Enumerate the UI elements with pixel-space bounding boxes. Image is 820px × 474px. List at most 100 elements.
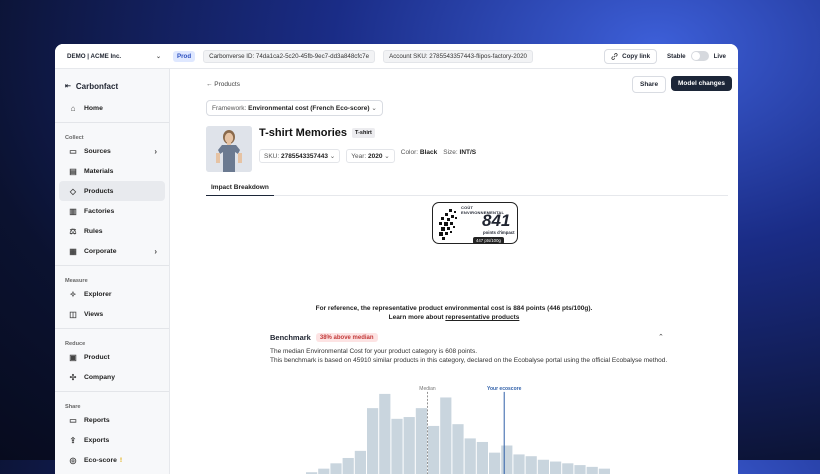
org-switcher[interactable]: DEMO | ACME Inc. ⌄ xyxy=(55,53,167,60)
logo-text: Carbonfact xyxy=(75,81,119,91)
sidebar: ⇤ Carbonfact ⌂ Home Collect ▭ Sources › … xyxy=(55,69,170,474)
color-value: Black xyxy=(419,149,438,156)
home-icon: ⌂ xyxy=(70,103,76,113)
sku-select[interactable]: SKU: 2785543357443 ⌄ xyxy=(259,149,341,163)
chevron-right-icon: › xyxy=(154,246,157,256)
chevron-down-icon: ⌄ xyxy=(155,53,161,60)
sidebar-item-label: Company xyxy=(84,373,115,381)
divider xyxy=(55,391,169,392)
divider xyxy=(55,122,169,123)
main-content: ← Products Share Model changes ⌃ Framewo… xyxy=(170,69,738,474)
sidebar-item-explorer[interactable]: ✧ Explorer xyxy=(59,284,165,304)
histogram-bar xyxy=(464,438,476,474)
app-window: DEMO | ACME Inc. ⌄ Prod Carbonverse ID: … xyxy=(55,44,738,474)
year-select[interactable]: Year: 2020 ⌄ xyxy=(346,149,395,163)
histogram-bar xyxy=(489,452,501,474)
score-per-100g: 447 pts/100g xyxy=(473,237,504,244)
size-label: Size: xyxy=(443,149,458,156)
histogram-bar xyxy=(367,408,379,474)
histogram-bar xyxy=(403,417,415,474)
rules-icon: ⚖ xyxy=(69,226,77,236)
materials-icon: ▤ xyxy=(69,166,77,176)
live-label: Live xyxy=(713,52,726,60)
year-value: 2020 xyxy=(368,153,383,160)
warning-icon: ! xyxy=(119,456,123,464)
toggle-switch[interactable] xyxy=(690,51,709,61)
sidebar-item-label: Sources xyxy=(84,147,111,155)
year-label: Year: xyxy=(351,153,367,160)
sidebar-item-materials[interactable]: ▤ Materials xyxy=(59,161,165,181)
histogram-bar xyxy=(525,456,537,474)
benchmark-header[interactable]: Benchmark 38% above median xyxy=(270,333,378,342)
account-sku-chip[interactable]: Account SKU: 2785543357443-flipos-factor… xyxy=(383,49,533,63)
sidebar-item-exports[interactable]: ⇪ Exports xyxy=(59,430,165,450)
chevron-down-icon: ⌄ xyxy=(371,105,377,112)
sidebar-item-product[interactable]: ▣ Product xyxy=(59,347,165,367)
share-button[interactable]: Share xyxy=(632,76,667,93)
benchmark-badge: 38% above median xyxy=(315,333,378,342)
benchmark-title: Benchmark xyxy=(270,333,311,342)
score-marker-label: Your ecoscore xyxy=(487,386,522,392)
tab-bar: Impact Breakdown xyxy=(206,182,728,196)
score-value: 841 xyxy=(482,211,511,230)
sidebar-item-label: Factories xyxy=(84,207,115,215)
page-title: T-shirt Memories xyxy=(259,127,348,139)
histogram-bar xyxy=(440,397,452,474)
pixel-pattern-icon xyxy=(439,209,457,240)
framework-select[interactable]: Framework: Environmental cost (French Ec… xyxy=(206,100,383,116)
factory-icon: ▥ xyxy=(69,206,77,216)
section-reduce: Reduce xyxy=(65,341,86,347)
sidebar-item-corporate[interactable]: ▦ Corporate › xyxy=(59,241,165,261)
framework-value: Environmental cost (French Eco-score) xyxy=(248,105,370,112)
sidebar-item-label: Product xyxy=(84,353,110,361)
tab-impact-breakdown[interactable]: Impact Breakdown xyxy=(206,182,274,196)
histogram-bar xyxy=(550,461,562,474)
sidebar-item-factories[interactable]: ▥ Factories xyxy=(59,201,165,221)
sidebar-item-company[interactable]: ✣ Company xyxy=(59,367,165,387)
sidebar-item-sources[interactable]: ▭ Sources › xyxy=(59,141,165,161)
copy-link-button[interactable]: Copy link xyxy=(604,48,658,64)
carbonverse-id-chip[interactable]: Carbonverse ID: 74da1ca2-5c20-45fb-9ec7-… xyxy=(203,49,376,63)
sku-label: SKU: xyxy=(264,153,280,160)
model-changes-button[interactable]: Model changes xyxy=(671,76,732,91)
stable-live-toggle[interactable]: Stable Live xyxy=(667,51,726,61)
sidebar-item-rules[interactable]: ⚖ Rules xyxy=(59,221,165,241)
divider xyxy=(55,328,169,329)
chevron-up-icon[interactable]: ⌃ xyxy=(658,333,664,341)
export-icon: ⇪ xyxy=(69,435,77,445)
sidebar-item-products[interactable]: ◇ Products xyxy=(59,181,165,201)
sidebar-item-views[interactable]: ◫ Views xyxy=(59,304,165,324)
sidebar-item-label: Rules xyxy=(84,227,103,235)
product-image xyxy=(206,126,252,172)
representative-products-link[interactable]: representative products xyxy=(445,314,519,321)
sidebar-item-eco-score[interactable]: ◎ Eco-score ! xyxy=(59,450,165,470)
org-name: DEMO | ACME Inc. xyxy=(67,52,122,60)
sidebar-item-label: Materials xyxy=(84,167,114,175)
histogram-bar xyxy=(330,463,342,474)
histogram-bar xyxy=(354,450,366,474)
learn-more-line: Learn more about representative products xyxy=(170,314,738,321)
copy-link-label: Copy link xyxy=(622,52,651,60)
telescope-icon: ✧ xyxy=(69,289,77,299)
sidebar-item-label: Views xyxy=(84,310,104,318)
divider xyxy=(55,265,169,266)
sidebar-item-reports[interactable]: ▭ Reports xyxy=(59,410,165,430)
histogram-bar xyxy=(391,418,403,474)
size-value: INT/S xyxy=(459,149,477,156)
histogram-bar xyxy=(574,465,586,474)
sidebar-item-home[interactable]: ⌂ Home xyxy=(59,98,165,118)
histogram-bar xyxy=(562,463,574,474)
top-bar: DEMO | ACME Inc. ⌄ Prod Carbonverse ID: … xyxy=(55,44,738,69)
section-measure: Measure xyxy=(65,278,88,284)
color-label: Color: xyxy=(400,149,419,156)
histogram-bar xyxy=(379,393,391,474)
color-field: Color: Black xyxy=(401,149,438,163)
logo[interactable]: ⇤ Carbonfact xyxy=(55,69,169,93)
benchmark-line-1: The median Environmental Cost for your p… xyxy=(270,348,478,355)
benchmark-description: The median Environmental Cost for your p… xyxy=(270,348,670,365)
collapse-sidebar-icon[interactable]: ⇤ xyxy=(65,82,71,90)
product-photo xyxy=(206,126,252,172)
score-unit: points d'impact xyxy=(483,230,515,235)
benchmark-line-2: This benchmark is based on 45910 similar… xyxy=(270,356,668,364)
breadcrumb[interactable]: ← Products xyxy=(206,81,240,88)
